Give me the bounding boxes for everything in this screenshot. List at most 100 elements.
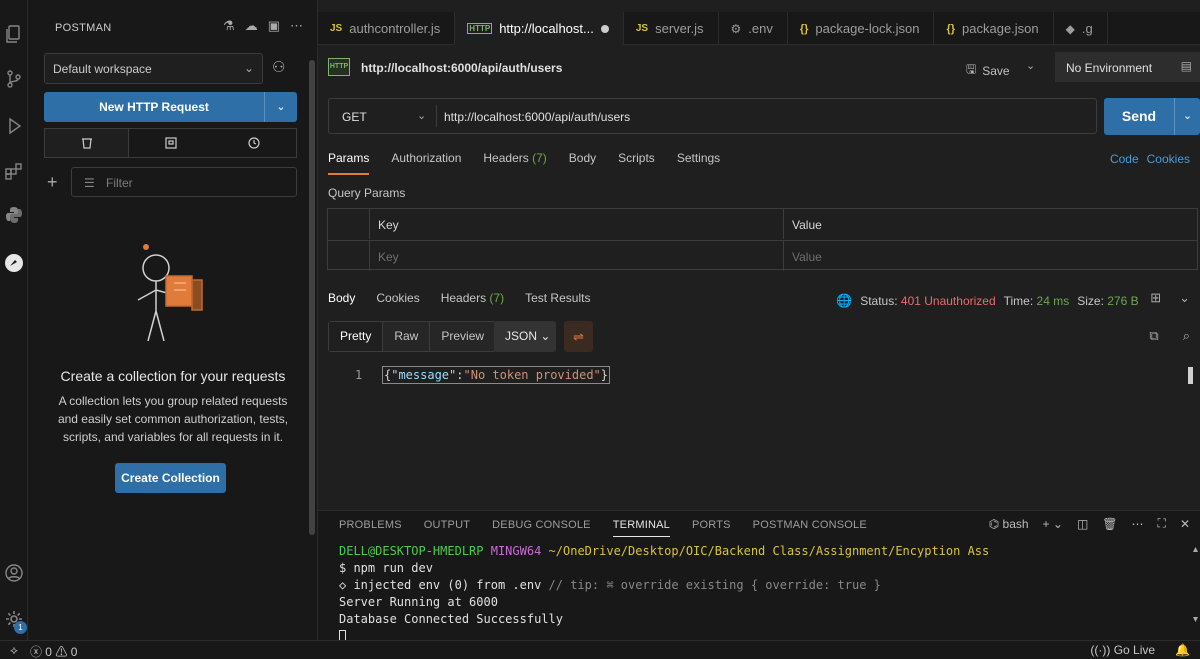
tab-server[interactable]: JS server.js: [624, 12, 719, 45]
copy-icon[interactable]: ⧉: [1149, 328, 1158, 344]
row-checkbox[interactable]: [328, 241, 370, 271]
run-debug-icon[interactable]: [3, 115, 25, 137]
send-button[interactable]: Send ⌄: [1104, 98, 1200, 135]
tab-env[interactable]: ⚙ .env: [719, 12, 788, 45]
postman-icon[interactable]: [3, 252, 25, 274]
more-icon[interactable]: ⋯: [1132, 517, 1144, 531]
terminal-shell-select[interactable]: ⌬ bash: [989, 517, 1029, 531]
tab-package[interactable]: {} package.json: [934, 12, 1054, 45]
kill-terminal-icon[interactable]: 🗑: [1102, 517, 1117, 531]
url-input[interactable]: http://localhost:6000/api/auth/users: [444, 110, 630, 124]
response-tab-body[interactable]: Body: [328, 291, 355, 305]
new-request-dropdown-icon[interactable]: ⌄: [265, 92, 297, 122]
environment-select[interactable]: No Environment ▤: [1055, 52, 1200, 82]
more-icon[interactable]: ⋯: [290, 18, 303, 34]
size-value[interactable]: 276 B: [1107, 294, 1138, 308]
method-select[interactable]: GET: [342, 110, 367, 124]
api-icon[interactable]: ⚗: [223, 18, 235, 34]
tab-http-request[interactable]: HTTP http://localhost...: [455, 12, 624, 45]
environment-quicklook-icon[interactable]: ▤: [1181, 59, 1192, 73]
tab-scripts[interactable]: Scripts: [618, 151, 655, 175]
tab-postman-console[interactable]: POSTMAN CONSOLE: [753, 519, 867, 537]
tab-terminal[interactable]: TERMINAL: [612, 519, 670, 537]
workspace-select[interactable]: Default workspace ⌄: [44, 53, 263, 84]
invite-user-icon[interactable]: ⚇: [272, 58, 285, 76]
layout-toggle-icon[interactable]: ⊞: [1150, 290, 1161, 306]
response-tab-headers[interactable]: Headers (7): [441, 291, 504, 305]
account-icon[interactable]: [3, 562, 25, 584]
tab-gitignore[interactable]: ◆ .g: [1054, 12, 1108, 45]
empty-state-title: Create a collection for your requests: [60, 368, 286, 384]
sidebar-title: POSTMAN: [55, 22, 112, 34]
json-label: JSON: [505, 329, 538, 343]
maximize-panel-icon[interactable]: ⛶: [1158, 516, 1166, 531]
save-button[interactable]: 🖫 Save: [966, 60, 1010, 81]
code-link[interactable]: Code: [1110, 152, 1139, 166]
cookies-link[interactable]: Cookies: [1147, 152, 1190, 166]
close-panel-icon[interactable]: ✕: [1180, 517, 1190, 531]
json-format-select[interactable]: JSON ⌄: [494, 321, 556, 352]
tab-settings[interactable]: Settings: [677, 151, 720, 175]
value-input[interactable]: Value: [784, 241, 1197, 271]
tab-body[interactable]: Body: [569, 151, 596, 175]
split-terminal-icon[interactable]: ◫: [1077, 517, 1088, 531]
response-tab-cookies[interactable]: Cookies: [376, 291, 419, 305]
sidebar-scrollbar[interactable]: [309, 60, 315, 535]
cloud-settings-icon[interactable]: ☁: [245, 18, 258, 34]
raw-button[interactable]: Raw: [383, 322, 431, 351]
notifications-bell-icon[interactable]: 🔔: [1175, 643, 1190, 657]
history-tab-icon[interactable]: [213, 129, 296, 157]
tab-ports[interactable]: PORTS: [692, 519, 731, 537]
tab-output[interactable]: OUTPUT: [424, 519, 470, 537]
tab-package-lock[interactable]: {} package-lock.json: [788, 12, 935, 45]
new-http-request-button[interactable]: New HTTP Request ⌄: [44, 92, 297, 122]
save-dropdown-icon[interactable]: ⌄: [1026, 59, 1035, 72]
response-body[interactable]: {"message":"No token provided"}: [382, 366, 611, 384]
response-tab-test-results[interactable]: Test Results: [525, 291, 590, 305]
divider: [436, 105, 437, 127]
line-number: 1: [355, 368, 363, 382]
pretty-button[interactable]: Pretty: [329, 322, 384, 351]
source-control-icon[interactable]: [3, 68, 25, 90]
response-actions: ⊞ ⌄: [1150, 290, 1190, 306]
explorer-icon[interactable]: [3, 23, 25, 45]
wrap-lines-icon[interactable]: ⇌: [564, 321, 593, 352]
response-scrollbar[interactable]: [1188, 367, 1193, 384]
environments-tab-icon[interactable]: [129, 129, 212, 157]
terminal-output[interactable]: DELL@DESKTOP-HMEDLRP MINGW64 ~/OneDrive/…: [339, 543, 989, 645]
request-title[interactable]: http://localhost:6000/api/auth/users: [361, 61, 562, 75]
python-icon[interactable]: [3, 204, 25, 226]
send-dropdown-icon[interactable]: ⌄: [1175, 98, 1200, 135]
terminal-scrollbar[interactable]: [1193, 547, 1198, 622]
terminal-line-server: Server Running at 6000: [339, 595, 498, 609]
tab-problems[interactable]: PROBLEMS: [339, 519, 402, 537]
editor-tabs: JS authcontroller.js HTTP http://localho…: [318, 12, 1200, 45]
error-count: 0: [45, 645, 52, 659]
unsaved-dot-icon[interactable]: [600, 24, 609, 33]
create-collection-button[interactable]: Create Collection: [115, 463, 226, 493]
tab-authcontroller[interactable]: JS authcontroller.js: [318, 12, 456, 45]
collections-tab-icon[interactable]: [45, 129, 130, 157]
tab-headers[interactable]: Headers (7): [483, 151, 546, 175]
problems-indicator[interactable]: ⓧ 0 ⚠ 0: [30, 643, 77, 659]
chevron-down-icon[interactable]: ⌄: [417, 109, 426, 122]
extensions-icon[interactable]: [3, 160, 25, 182]
key-input[interactable]: Key: [370, 241, 784, 271]
filter-input[interactable]: ☰ Filter: [71, 167, 297, 197]
search-icon[interactable]: ⌕: [1183, 328, 1190, 344]
tab-debug-console[interactable]: DEBUG CONSOLE: [492, 519, 591, 537]
tab-authorization[interactable]: Authorization: [391, 151, 461, 175]
add-collection-icon[interactable]: +: [47, 172, 58, 193]
response-tools: ⧉ ⌕: [1149, 328, 1190, 344]
console-icon[interactable]: ▣: [268, 18, 280, 34]
time-value[interactable]: 24 ms: [1037, 294, 1070, 308]
status-value[interactable]: 401 Unauthorized: [901, 294, 996, 308]
remote-icon[interactable]: ⟡: [10, 643, 18, 659]
new-terminal-icon[interactable]: + ⌄: [1043, 517, 1063, 531]
preview-button[interactable]: Preview: [430, 322, 495, 351]
tab-params[interactable]: Params: [328, 151, 370, 175]
settings-file-icon: ⚙: [730, 21, 742, 36]
collapse-chevron-icon[interactable]: ⌄: [1179, 290, 1190, 306]
globe-icon[interactable]: 🌐: [836, 293, 852, 309]
go-live-button[interactable]: ((·)) Go Live: [1090, 643, 1155, 657]
